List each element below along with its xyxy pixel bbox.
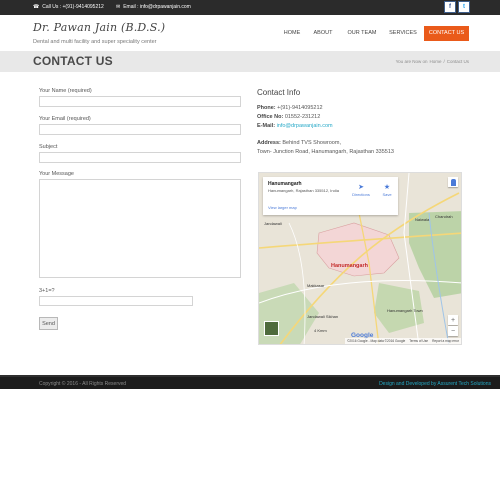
map-label-makkasar: Makkasar	[307, 283, 325, 288]
map-label-jandawali: Jandawali	[264, 221, 282, 226]
street-view-pegman-icon[interactable]	[448, 177, 458, 187]
facebook-icon[interactable]: f	[444, 1, 456, 13]
zoom-in-button[interactable]: +	[448, 315, 458, 325]
page-title-bar: CONTACT US You are Now on Home / Contact…	[0, 51, 500, 72]
site-header: Dr. Pawan Jain (B.D.S.) Dental and multi…	[0, 15, 500, 51]
email-line: E-Mail: info@drpawanjain.com	[257, 123, 333, 129]
email-field[interactable]	[39, 124, 241, 135]
captcha-field[interactable]	[39, 296, 193, 306]
office-value: 01552-231212	[284, 114, 321, 120]
view-larger-map-link[interactable]: View larger map	[268, 205, 297, 210]
email-label: Your Email (required)	[39, 116, 91, 122]
zoom-out-button[interactable]: −	[448, 326, 458, 336]
breadcrumb-current: Contact Us	[446, 59, 469, 64]
map-label-hanumangarh: Hanumangarh	[331, 263, 368, 269]
phone-label: Phone:	[257, 105, 276, 111]
map-label-jandawali-sikhan: Jandawali Sikhan	[307, 314, 339, 319]
twitter-icon[interactable]: t	[458, 1, 470, 13]
satellite-toggle[interactable]	[264, 321, 279, 336]
captcha-label: 3+1=?	[39, 288, 55, 294]
nav-home[interactable]: HOME	[279, 26, 305, 41]
message-label: Your Message	[39, 171, 74, 177]
address-line-2: Town- Junction Road, Hanumangarh, Rajast…	[257, 149, 394, 155]
footer-copyright: Copyright © 2016 - All Rights Reserved	[39, 381, 127, 387]
directions-icon: ➤	[358, 184, 364, 191]
map-copyright: ©2016 Google - Map data ©2016 Google	[347, 339, 406, 343]
call-us-info: ☎ Call Us : +(91)-9414095212	[33, 4, 104, 10]
subject-field[interactable]	[39, 152, 241, 163]
top-bar: ☎ Call Us : +(91)-9414095212 ✉ Email : i…	[0, 0, 500, 15]
map-report-link[interactable]: Report a map error	[432, 339, 459, 343]
mail-icon: ✉	[116, 4, 121, 10]
nav-contact-us[interactable]: CONTACT US	[424, 26, 469, 41]
contact-email-link[interactable]: info@drpawanjain.com	[277, 123, 333, 129]
breadcrumb-separator: /	[443, 59, 445, 64]
footer-credit-link[interactable]: Design and Developed by Assurent Tech So…	[379, 381, 491, 387]
main-nav: HOME ABOUT OUR TEAM SERVICES CONTACT US	[0, 26, 500, 41]
name-label: Your Name (required)	[39, 88, 92, 94]
breadcrumb-home[interactable]: Home	[429, 59, 441, 64]
phone-value: +(91)-9414095212	[277, 105, 323, 111]
map-attribution: ©2016 Google - Map data ©2016 Google Ter…	[345, 338, 461, 344]
contact-email-label: E-Mail:	[257, 123, 276, 129]
nav-services[interactable]: SERVICES	[386, 26, 420, 41]
nav-about[interactable]: ABOUT	[309, 26, 337, 41]
map-label-hanumangarh-town: Hanumangarh Town	[387, 308, 423, 313]
directions-label: Directions	[352, 192, 370, 197]
map-card-place: Hanumangarh	[268, 181, 302, 187]
nav-our-team[interactable]: OUR TEAM	[342, 26, 382, 41]
breadcrumb: You are Now on Home / Contact Us	[396, 59, 469, 64]
directions-button[interactable]: ➤ Directions	[349, 183, 373, 197]
subject-label: Subject	[39, 144, 58, 150]
save-button[interactable]: ★ Save	[379, 183, 395, 197]
map-label-chandrah: Chandrah	[435, 214, 453, 219]
page-title: CONTACT US	[33, 54, 113, 68]
office-line: Office No: 01552-231212	[257, 114, 320, 120]
map-label-4-kmm: 4 Kmm	[314, 328, 327, 333]
email-info: ✉ Email : info@drpawanjain.com	[116, 4, 191, 10]
map-terms-link[interactable]: Terms of Use	[409, 339, 428, 343]
map-card-address: Hanumangarh, Rajasthan 335512, India	[268, 188, 339, 193]
star-icon: ★	[383, 184, 391, 191]
address-label: Address:	[257, 140, 281, 146]
site-footer: Copyright © 2016 - All Rights Reserved D…	[0, 375, 500, 389]
map-label-naiwala: Naiwala	[415, 217, 430, 222]
map-info-card: Hanumangarh Hanumangarh, Rajasthan 33551…	[263, 177, 398, 215]
address-value-1: Behind TVS Showroom,	[282, 140, 341, 146]
breadcrumb-prefix: You are Now on	[395, 59, 428, 64]
contact-info-title: Contact Info	[257, 88, 301, 97]
address-line-1: Address: Behind TVS Showroom,	[257, 140, 341, 146]
phone-icon: ☎	[33, 4, 40, 10]
google-map[interactable]: Hanumangarh Hanumangarh, Rajasthan 33551…	[258, 172, 462, 345]
email-text[interactable]: Email : info@drpawanjain.com	[123, 4, 191, 10]
name-field[interactable]	[39, 96, 241, 107]
office-label: Office No:	[257, 114, 284, 120]
send-button[interactable]: Send	[39, 317, 58, 330]
save-label: Save	[382, 192, 392, 197]
message-field[interactable]	[39, 179, 241, 278]
call-us-text: Call Us : +(91)-9414095212	[42, 4, 104, 10]
phone-line: Phone: +(91)-9414095212	[257, 105, 323, 111]
